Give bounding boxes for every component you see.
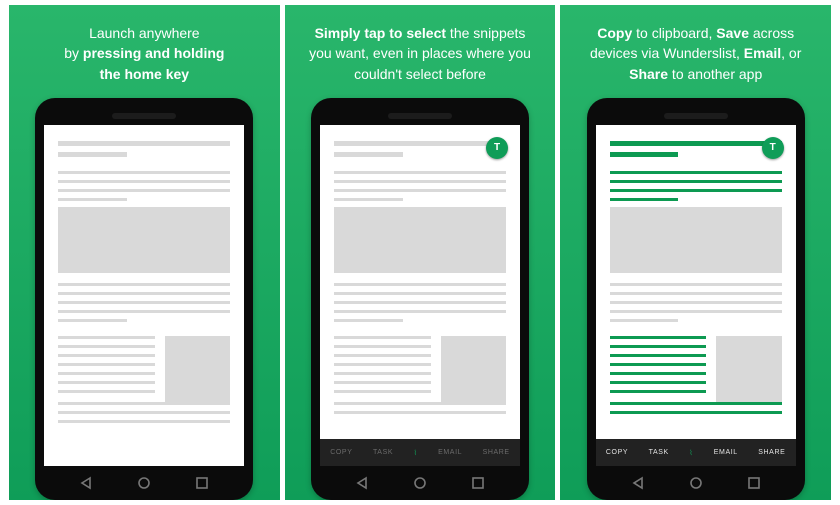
caption-1: Launch anywhereby pressing and holdingth…: [46, 5, 242, 98]
recents-icon: [195, 476, 209, 490]
action-toolbar: COPY TASK ⌇ EMAIL SHARE: [596, 439, 796, 466]
home-icon: [137, 476, 151, 490]
panel-2: Simply tap to select the snippets you wa…: [285, 5, 556, 500]
app-badge[interactable]: T: [762, 137, 784, 159]
screen-1: [44, 125, 244, 466]
caption-3: Copy to clipboard, Save across devices v…: [560, 5, 831, 98]
speaker: [388, 113, 452, 119]
back-icon: [631, 476, 645, 490]
action-toolbar: COPY TASK ⌇ EMAIL SHARE: [320, 439, 520, 466]
share-action[interactable]: SHARE: [758, 449, 785, 456]
back-icon: [355, 476, 369, 490]
copy-action[interactable]: COPY: [606, 449, 628, 456]
caption-2: Simply tap to select the snippets you wa…: [285, 5, 556, 98]
screen-2: T COPY TASK ⌇ EMAIL: [320, 125, 520, 466]
panel-3: Copy to clipboard, Save across devices v…: [560, 5, 831, 500]
copy-action[interactable]: COPY: [330, 449, 352, 456]
task-action[interactable]: TASK: [649, 449, 669, 456]
android-nav: [79, 466, 209, 500]
home-icon: [689, 476, 703, 490]
speaker: [112, 113, 176, 119]
phone-2: T COPY TASK ⌇ EMAIL: [311, 98, 529, 500]
screen-3: T COPY TASK ⌇ EMAIL: [596, 125, 796, 466]
email-action[interactable]: EMAIL: [438, 449, 462, 456]
android-nav: [355, 466, 485, 500]
speaker: [664, 113, 728, 119]
recents-icon: [747, 476, 761, 490]
recents-icon: [471, 476, 485, 490]
phone-1: [35, 98, 253, 500]
share-action[interactable]: SHARE: [483, 449, 510, 456]
app-badge[interactable]: T: [486, 137, 508, 159]
home-icon: [413, 476, 427, 490]
snip-icon[interactable]: ⌇: [414, 449, 418, 457]
phone-3: T COPY TASK ⌇ EMAIL: [587, 98, 805, 500]
panel-1: Launch anywhereby pressing and holdingth…: [9, 5, 280, 500]
task-action[interactable]: TASK: [373, 449, 393, 456]
email-action[interactable]: EMAIL: [714, 449, 738, 456]
snip-icon[interactable]: ⌇: [689, 449, 693, 457]
android-nav: [631, 466, 761, 500]
back-icon: [79, 476, 93, 490]
